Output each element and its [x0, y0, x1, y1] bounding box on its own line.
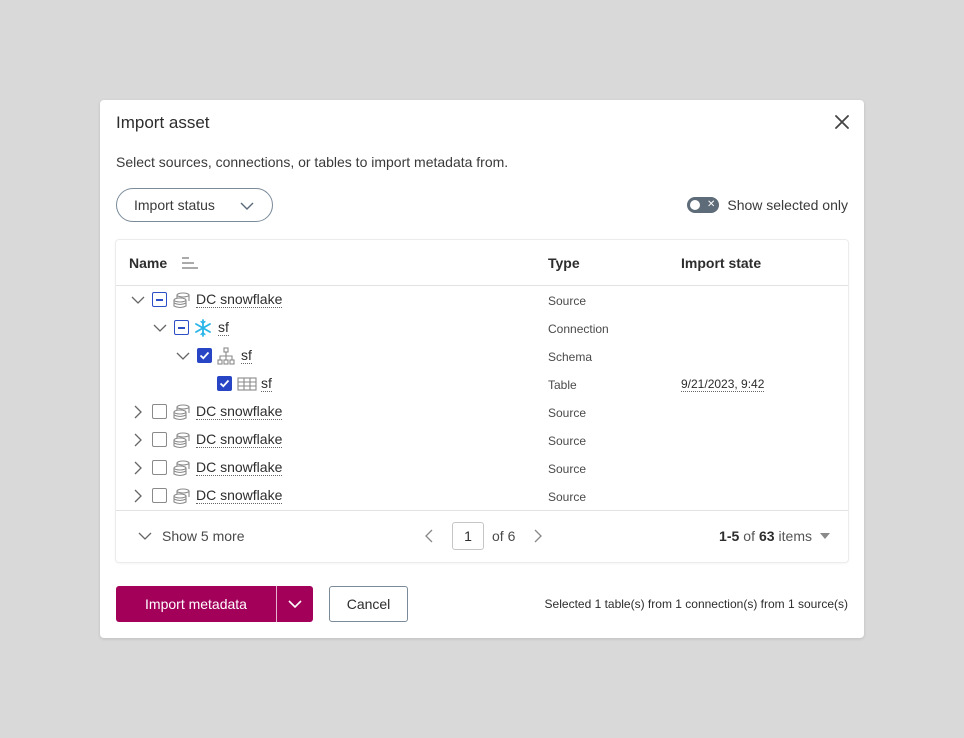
row-checkbox[interactable]: [152, 460, 167, 475]
table-row[interactable]: DC snowflake Source: [116, 482, 848, 510]
import-metadata-button[interactable]: Import metadata: [116, 586, 313, 622]
show-selected-label: Show selected only: [727, 197, 848, 213]
row-type: Table: [548, 378, 577, 392]
row-name[interactable]: DC snowflake: [196, 432, 283, 448]
row-name[interactable]: DC snowflake: [196, 404, 283, 420]
row-type: Connection: [548, 322, 609, 336]
item-range: 1-5: [719, 528, 740, 544]
row-checkbox[interactable]: [152, 488, 167, 503]
cancel-button[interactable]: Cancel: [329, 586, 408, 622]
dialog-title: Import asset: [116, 113, 210, 132]
row-type: Source: [548, 406, 587, 420]
row-name[interactable]: DC snowflake: [196, 460, 283, 476]
import-status-label: Import status: [134, 197, 215, 213]
column-import-state: Import state: [681, 255, 762, 271]
pagination: 1 of 6: [422, 522, 545, 550]
schema-icon: [217, 347, 235, 365]
table-icon: [237, 375, 257, 393]
chevron-down-icon: [138, 532, 152, 540]
page-input[interactable]: 1: [452, 522, 484, 550]
row-type: Source: [548, 490, 587, 504]
items-label: items: [778, 528, 812, 544]
row-checkbox[interactable]: [174, 320, 189, 335]
asset-table: Name Type Import state DC snowflake Sour…: [116, 240, 848, 562]
items-of: of: [743, 528, 755, 544]
chevron-down-icon[interactable]: [131, 293, 145, 307]
show-selected-toggle[interactable]: ✕: [687, 197, 720, 213]
row-type: Source: [548, 434, 587, 448]
table-footer: Show 5 more 1 of 6 1-5 of 63 items: [116, 510, 848, 563]
show-more-button[interactable]: Show 5 more: [138, 528, 244, 544]
row-checkbox[interactable]: [217, 376, 232, 391]
row-checkbox[interactable]: [197, 348, 212, 363]
table-header: Name Type Import state: [116, 240, 848, 286]
row-checkbox[interactable]: [152, 432, 167, 447]
table-row[interactable]: sf Table 9/21/2023, 9:42: [116, 370, 848, 398]
row-name[interactable]: DC snowflake: [196, 292, 283, 308]
database-icon: [172, 487, 190, 505]
row-type: Source: [548, 294, 587, 308]
show-selected-only[interactable]: ✕ Show selected only: [687, 197, 848, 213]
chevron-down-icon[interactable]: [153, 321, 167, 335]
row-type: Source: [548, 462, 587, 476]
items-per-page[interactable]: 1-5 of 63 items: [719, 528, 830, 544]
table-row[interactable]: DC snowflake Source: [116, 454, 848, 482]
caret-down-icon[interactable]: [820, 533, 830, 539]
database-icon: [172, 459, 190, 477]
import-asset-dialog: Import asset Select sources, connections…: [100, 100, 864, 638]
chevron-down-icon[interactable]: [277, 586, 313, 622]
chevron-right-icon[interactable]: [131, 489, 145, 503]
row-name[interactable]: DC snowflake: [196, 488, 283, 504]
table-row[interactable]: DC snowflake Source: [116, 398, 848, 426]
row-type: Schema: [548, 350, 593, 364]
table-row[interactable]: sf Schema: [116, 342, 848, 370]
row-checkbox[interactable]: [152, 404, 167, 419]
import-status-filter[interactable]: Import status: [116, 188, 273, 222]
database-icon: [172, 403, 190, 421]
database-icon: [172, 431, 190, 449]
page-count: of 6: [492, 528, 516, 544]
sort-icon[interactable]: [181, 256, 199, 270]
chevron-down-icon[interactable]: [176, 349, 190, 363]
chevron-right-icon[interactable]: [531, 529, 545, 543]
table-row[interactable]: DC snowflake Source: [116, 426, 848, 454]
column-name: Name: [129, 255, 168, 271]
dialog-subtitle: Select sources, connections, or tables t…: [116, 154, 509, 170]
snowflake-icon: [194, 319, 212, 337]
chevron-left-icon[interactable]: [422, 529, 436, 543]
chevron-right-icon[interactable]: [131, 461, 145, 475]
chevron-right-icon[interactable]: [131, 433, 145, 447]
show-more-label: Show 5 more: [162, 528, 245, 544]
selection-summary: Selected 1 table(s) from 1 connection(s)…: [544, 597, 848, 611]
table-row[interactable]: sf Connection: [116, 314, 848, 342]
item-total: 63: [758, 528, 775, 544]
chevron-down-icon: [240, 199, 254, 216]
column-type: Type: [548, 255, 580, 271]
row-import-state[interactable]: 9/21/2023, 9:42: [681, 378, 765, 392]
table-row[interactable]: DC snowflake Source: [116, 286, 848, 314]
row-name[interactable]: sf: [261, 376, 272, 392]
database-icon: [172, 291, 190, 309]
row-checkbox[interactable]: [152, 292, 167, 307]
close-icon[interactable]: [832, 112, 852, 132]
row-name[interactable]: sf: [241, 348, 252, 364]
chevron-right-icon[interactable]: [131, 405, 145, 419]
row-name[interactable]: sf: [218, 320, 229, 336]
import-metadata-label[interactable]: Import metadata: [116, 586, 276, 622]
